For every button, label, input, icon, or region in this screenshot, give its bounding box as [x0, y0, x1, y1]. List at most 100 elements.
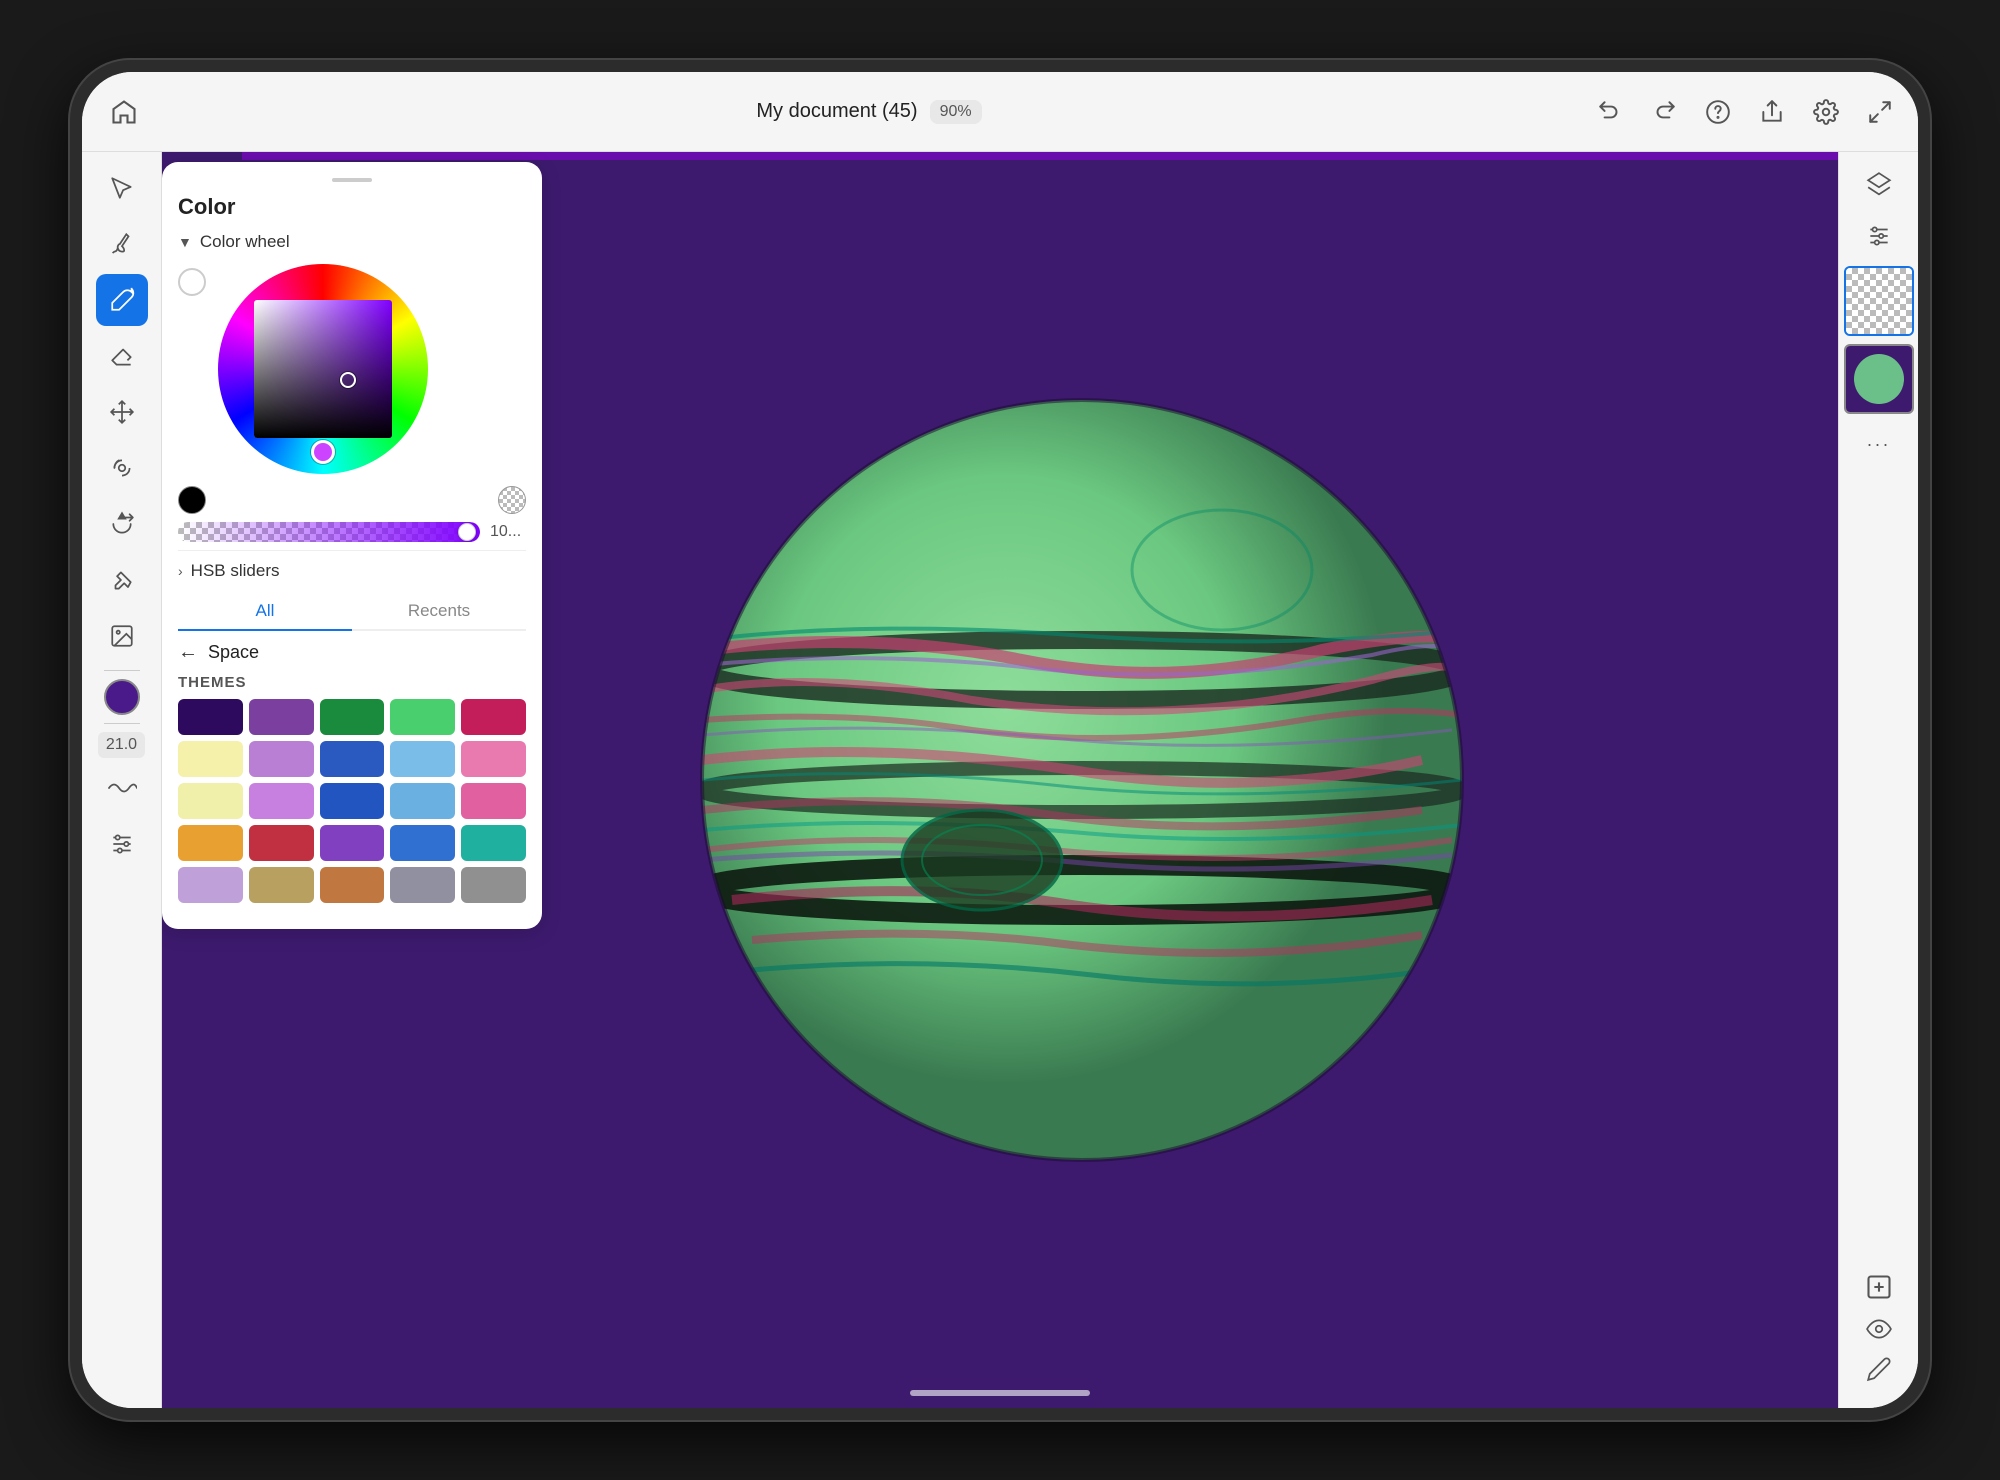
swatch-1-4[interactable]	[390, 699, 455, 735]
share-button[interactable]	[1754, 94, 1790, 130]
panel-handle[interactable]	[332, 178, 372, 182]
undo-button[interactable]	[1592, 94, 1628, 130]
themes-back-label: Space	[208, 642, 259, 663]
swatch-5-3[interactable]	[320, 867, 385, 903]
hue-ring-selector[interactable]	[311, 440, 335, 464]
opacity-slider-fill	[178, 522, 480, 542]
wave-tool-button[interactable]	[96, 762, 148, 814]
swatch-2-5[interactable]	[461, 741, 526, 777]
settings-button[interactable]	[1808, 94, 1844, 130]
image-tool-button[interactable]	[96, 610, 148, 662]
swatch-1-3[interactable]	[320, 699, 385, 735]
hsb-sliders-header[interactable]: › HSB sliders	[178, 561, 526, 581]
top-bar-center: My document (45) 90%	[756, 100, 981, 124]
swatch-3-3[interactable]	[320, 783, 385, 819]
swatch-3-1[interactable]	[178, 783, 243, 819]
help-button[interactable]	[1700, 94, 1736, 130]
more-options-button[interactable]: ···	[1857, 422, 1901, 466]
swatch-5-4[interactable]	[390, 867, 455, 903]
swatch-5-2[interactable]	[249, 867, 314, 903]
transparent-swatch[interactable]	[498, 486, 526, 514]
black-swatch[interactable]	[178, 486, 206, 514]
color-selector-handle[interactable]	[340, 372, 356, 388]
swatch-4-5[interactable]	[461, 825, 526, 861]
tool-divider	[104, 670, 140, 671]
layer-thumb-2[interactable]	[1844, 344, 1914, 414]
themes-section: ← Space THEMES	[178, 631, 526, 913]
top-bar-left	[102, 90, 146, 134]
opacity-slider[interactable]	[178, 522, 480, 542]
zoom-level[interactable]: 90%	[930, 100, 982, 124]
chevron-down-icon: ▼	[178, 234, 192, 250]
sat-background	[254, 300, 392, 438]
redo-button[interactable]	[1646, 94, 1682, 130]
eyedropper-tool-button[interactable]	[96, 554, 148, 606]
swatch-1-1[interactable]	[178, 699, 243, 735]
swatch-2-2[interactable]	[249, 741, 314, 777]
swatch-3-2[interactable]	[249, 783, 314, 819]
add-layer-button[interactable]	[1865, 1273, 1893, 1308]
color-wheel-section-header[interactable]: ▼ Color wheel	[178, 232, 526, 252]
swatch-1-5[interactable]	[461, 699, 526, 735]
swatch-3-5[interactable]	[461, 783, 526, 819]
swatch-2-1[interactable]	[178, 741, 243, 777]
device-frame: My document (45) 90%	[70, 60, 1930, 1420]
layer-thumb-circle	[1854, 354, 1904, 404]
swatch-2-3[interactable]	[320, 741, 385, 777]
color-swatch-button[interactable]	[104, 679, 140, 715]
themes-header: ← Space	[178, 641, 526, 664]
paint-tool-button[interactable]	[96, 274, 148, 326]
color-wheel[interactable]	[218, 264, 428, 474]
hsb-sliders-label: HSB sliders	[191, 561, 280, 581]
swatch-2-4[interactable]	[390, 741, 455, 777]
adjustments-button[interactable]	[1857, 214, 1901, 258]
home-indicator	[910, 1390, 1090, 1396]
home-button[interactable]	[102, 90, 146, 134]
layer-thumb-art-bg	[1846, 346, 1912, 412]
white-swatch[interactable]	[178, 268, 206, 296]
visibility-button[interactable]	[1866, 1316, 1892, 1348]
swatch-5-1[interactable]	[178, 867, 243, 903]
canvas-area[interactable]: Color ▼ Color wheel	[162, 152, 1838, 1408]
panel-title: Color	[178, 194, 526, 220]
main-content: 21.0	[82, 152, 1918, 1408]
themes-label: THEMES	[178, 674, 526, 691]
swatch-4-1[interactable]	[178, 825, 243, 861]
opacity-thumb[interactable]	[458, 523, 476, 541]
swatch-4-3[interactable]	[320, 825, 385, 861]
back-arrow-icon[interactable]: ←	[178, 641, 198, 664]
planet-artwork	[672, 370, 1492, 1190]
chevron-right-icon: ›	[178, 563, 183, 579]
color-wheel-label: Color wheel	[200, 232, 290, 252]
layer-thumb-1[interactable]	[1844, 266, 1914, 336]
fill-tool-button[interactable]	[96, 498, 148, 550]
color-swatches-row-5	[178, 867, 526, 903]
select-tool-button[interactable]	[96, 162, 148, 214]
tab-recents[interactable]: Recents	[352, 593, 526, 629]
swatch-1-2[interactable]	[249, 699, 314, 735]
pencil-button[interactable]	[1866, 1356, 1892, 1388]
fullscreen-button[interactable]	[1862, 94, 1898, 130]
saturation-box[interactable]	[254, 300, 392, 438]
sat-dark-overlay	[254, 300, 392, 438]
top-bar: My document (45) 90%	[82, 72, 1918, 152]
swatch-3-4[interactable]	[390, 783, 455, 819]
transform-tool-button[interactable]	[96, 386, 148, 438]
color-panel: Color ▼ Color wheel	[162, 162, 542, 929]
eraser-tool-button[interactable]	[96, 330, 148, 382]
color-wheel-wrapper[interactable]	[218, 264, 428, 474]
hsb-sliders-section: › HSB sliders	[178, 550, 526, 581]
swatch-4-2[interactable]	[249, 825, 314, 861]
color-swatches-row-2	[178, 741, 526, 777]
layers-button[interactable]	[1857, 162, 1901, 206]
left-toolbar: 21.0	[82, 152, 162, 1408]
smudge-tool-button[interactable]	[96, 442, 148, 494]
tab-all[interactable]: All	[178, 593, 352, 631]
swatch-4-4[interactable]	[390, 825, 455, 861]
brush-size-value[interactable]: 21.0	[98, 732, 145, 758]
brush-tool-button[interactable]	[96, 218, 148, 270]
adjustments2-tool-button[interactable]	[96, 818, 148, 870]
document-title: My document (45)	[756, 100, 917, 123]
swatch-5-5[interactable]	[461, 867, 526, 903]
color-wheel-container	[178, 264, 526, 474]
